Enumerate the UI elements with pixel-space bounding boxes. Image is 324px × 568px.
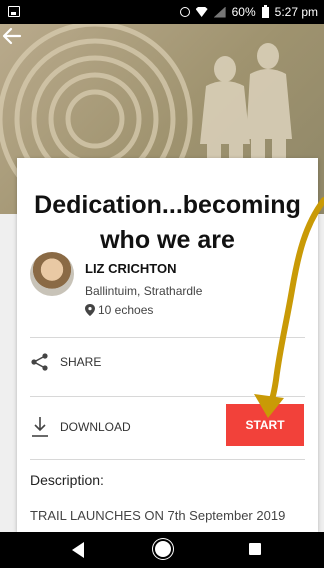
author-location: Ballintuim, Strathardle [85,284,203,298]
wifi-icon [195,7,208,17]
status-icons: 60% 5:27 pm [179,4,318,19]
trail-title: Dedication...becoming who we are [34,191,301,254]
navigation-bar [0,532,324,568]
status-bar: 60% 5:27 pm [0,0,324,24]
divider [30,337,305,338]
share-icon [31,353,48,371]
clock: 5:27 pm [274,5,318,19]
battery-percent: 60% [231,5,256,19]
start-button[interactable]: START [226,404,304,446]
trail-card: Dedication...becoming who we are LIZ CRI… [17,158,318,532]
nav-recents-icon[interactable] [249,543,261,555]
nav-home-icon[interactable] [155,541,171,557]
echoes-label: 10 echoes [98,303,154,317]
divider [30,459,305,460]
alarm-icon [179,7,190,17]
download-button[interactable]: DOWNLOAD [30,416,131,438]
location-pin-icon [85,304,95,316]
back-arrow-icon[interactable] [0,24,24,48]
battery-icon [261,4,269,18]
description-text: TRAIL LAUNCHES ON 7th September 2019 [30,508,286,523]
divider [30,396,305,397]
download-icon [32,417,48,437]
nav-back-icon[interactable] [72,542,84,558]
image-icon [8,6,20,17]
download-label: DOWNLOAD [60,420,131,434]
share-button[interactable]: SHARE [30,352,101,372]
author-name[interactable]: LIZ CRICHTON [85,261,176,276]
signal-icon [213,6,226,18]
description-label: Description: [30,472,104,488]
share-label: SHARE [60,355,102,369]
echoes-count: 10 echoes [85,303,153,317]
avatar [30,252,74,296]
